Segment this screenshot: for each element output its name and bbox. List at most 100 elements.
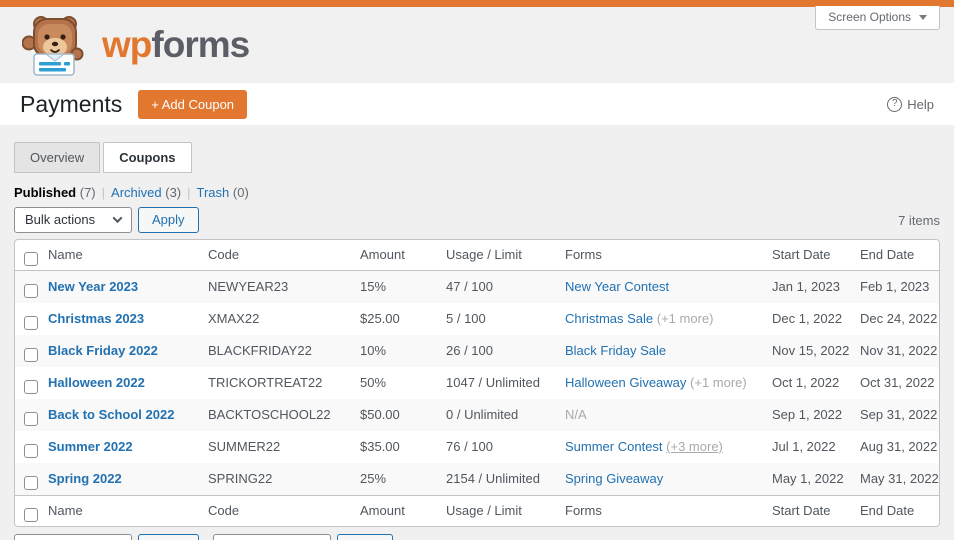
coupon-code: TRICKORTREAT22 — [208, 375, 323, 390]
status-filters: Published (7) | Archived (3) | Trash (0) — [14, 185, 249, 200]
coupon-usage: 47 / 100 — [446, 279, 493, 294]
content-area: Overview Coupons Published (7) | Archived … — [0, 125, 954, 540]
wordmark-forms: forms — [151, 24, 250, 65]
coupon-forms: Summer Contest (+3 more) — [555, 431, 762, 463]
filter-trash[interactable]: Trash (0) — [197, 185, 249, 200]
form-link[interactable]: Summer Contest — [565, 439, 663, 454]
form-more-link[interactable]: (+1 more) — [657, 311, 714, 326]
coupon-end-date: Sep 31, 2022 — [860, 407, 938, 422]
form-link[interactable]: Halloween Giveaway — [565, 375, 686, 390]
coupon-amount: 10% — [360, 343, 387, 358]
table-row: Spring 2022 SPRING22 25% 2154 / Unlimited Sp… — [15, 463, 939, 495]
wpforms-wordmark: wpforms — [102, 24, 250, 66]
table-row: Christmas 2023 XMAX22 $25.00 5 / 100 Christm… — [15, 303, 939, 335]
form-link[interactable]: Spring Giveaway — [565, 471, 663, 486]
coupon-start-date: Jan 1, 2023 — [772, 279, 840, 294]
coupon-name-link[interactable]: Back to School 2022 — [48, 407, 174, 422]
coupon-code: BLACKFRIDAY22 — [208, 343, 312, 358]
help-label: Help — [907, 96, 934, 112]
bulk-actions-select[interactable]: Bulk actions — [14, 534, 132, 540]
filter-button[interactable]: Filter — [336, 534, 394, 540]
column-header-forms: Forms — [555, 240, 762, 271]
coupon-code: SUMMER22 — [208, 439, 281, 454]
row-checkbox[interactable] — [24, 412, 38, 427]
row-checkbox[interactable] — [24, 348, 38, 363]
coupon-amount: 50% — [360, 375, 387, 390]
column-header-amount[interactable]: Amount — [350, 240, 436, 271]
coupon-name-link[interactable]: New Year 2023 — [48, 279, 138, 294]
screen-options-label: Screen Options — [828, 10, 911, 24]
coupon-name-link[interactable]: Black Friday 2022 — [48, 343, 158, 358]
tab-coupons[interactable]: Coupons — [103, 142, 192, 173]
form-link[interactable]: Black Friday Sale — [565, 343, 666, 358]
column-footer-end-date[interactable]: End Date — [850, 495, 939, 526]
coupon-amount: 15% — [360, 279, 387, 294]
select-all-checkbox[interactable] — [24, 508, 38, 523]
apply-button[interactable]: Apply — [138, 207, 199, 233]
type-filter-select[interactable]: All types — [212, 534, 331, 540]
coupon-name-link[interactable]: Halloween 2022 — [48, 375, 145, 390]
column-footer-name[interactable]: Name — [38, 495, 198, 526]
column-footer-usage: Usage / Limit — [436, 495, 555, 526]
chevron-down-icon — [919, 14, 927, 20]
table-row: Black Friday 2022 BLACKFRIDAY22 10% 26 / 10… — [15, 335, 939, 367]
wordmark-wp: wp — [102, 24, 152, 65]
coupon-name-link[interactable]: Spring 2022 — [48, 471, 122, 486]
screen-options-button[interactable]: Screen Options — [815, 6, 940, 30]
select-all-checkbox[interactable] — [24, 252, 38, 267]
coupon-end-date: Nov 31, 2022 — [860, 343, 938, 358]
coupon-amount: $35.00 — [360, 439, 400, 454]
coupon-usage: 0 / Unlimited — [446, 407, 519, 422]
column-header-end-date[interactable]: End Date — [850, 240, 939, 271]
form-link[interactable]: New Year Contest — [565, 279, 669, 294]
form-link[interactable]: Christmas Sale — [565, 311, 653, 326]
items-count: 7 items — [898, 212, 940, 228]
column-header-start-date[interactable]: Start Date — [762, 240, 850, 271]
row-checkbox[interactable] — [24, 316, 38, 331]
coupon-code: XMAX22 — [208, 311, 260, 326]
table-row: New Year 2023 NEWYEAR23 15% 47 / 100 New Yea… — [15, 271, 939, 303]
form-more-link[interactable]: (+3 more) — [666, 439, 723, 454]
coupon-name-link[interactable]: Christmas 2023 — [48, 311, 144, 326]
brand-accent-bar — [0, 0, 954, 7]
tab-bar: Overview Coupons — [14, 125, 940, 173]
app-header: wpforms — [0, 7, 954, 83]
forms-not-assigned: N/A — [565, 407, 587, 422]
add-coupon-button[interactable]: + Add Coupon — [138, 89, 248, 119]
apply-button[interactable]: Apply — [138, 534, 199, 540]
coupons-table-body: New Year 2023 NEWYEAR23 15% 47 / 100 New Yea… — [15, 271, 939, 495]
column-footer-amount: Amount — [350, 495, 436, 526]
coupon-usage: 76 / 100 — [446, 439, 493, 454]
coupon-end-date: Aug 31, 2022 — [860, 439, 938, 454]
coupon-end-date: Feb 1, 2023 — [860, 279, 930, 294]
column-footer-start-date[interactable]: Start Date — [762, 495, 850, 526]
filter-published[interactable]: Published (7) — [14, 185, 96, 200]
table-row: Summer 2022 SUMMER22 $35.00 76 / 100 Summer … — [15, 431, 939, 463]
form-more-link[interactable]: (+1 more) — [690, 375, 747, 390]
filter-archived[interactable]: Archived (3) — [111, 185, 181, 200]
coupon-code: SPRING22 — [208, 471, 273, 486]
coupon-start-date: Nov 15, 2022 — [772, 343, 850, 358]
row-checkbox[interactable] — [24, 444, 38, 459]
coupon-name-link[interactable]: Summer 2022 — [48, 439, 133, 454]
coupon-usage: 5 / 100 — [446, 311, 486, 326]
coupons-table: Name Code Amount Usage / Limit Forms Sta… — [14, 239, 940, 527]
column-header-name[interactable]: Name — [38, 240, 198, 271]
coupon-end-date: May 31, 2022 — [860, 471, 939, 486]
row-checkbox[interactable] — [24, 476, 38, 491]
row-checkbox[interactable] — [24, 380, 38, 395]
row-checkbox[interactable] — [24, 284, 38, 299]
top-toolbar: Bulk actions Apply 7 items — [14, 207, 940, 233]
table-row: Halloween 2022 TRICKORTREAT22 50% 1047 / Un… — [15, 367, 939, 399]
coupon-end-date: Oct 31, 2022 — [860, 375, 935, 390]
help-link[interactable]: ? Help — [887, 96, 934, 112]
coupon-end-date: Dec 24, 2022 — [860, 311, 938, 326]
bulk-actions-select[interactable]: Bulk actions — [14, 207, 132, 233]
tab-overview[interactable]: Overview — [14, 142, 101, 173]
page-title: Payments — [20, 90, 123, 117]
coupon-forms: Spring Giveaway — [555, 463, 762, 495]
column-header-code[interactable]: Code — [198, 240, 350, 271]
coupon-start-date: Dec 1, 2022 — [772, 311, 843, 326]
column-footer-code[interactable]: Code — [198, 495, 350, 526]
bottom-toolbar: Bulk actions Apply All types Filter 7 it… — [14, 534, 940, 540]
